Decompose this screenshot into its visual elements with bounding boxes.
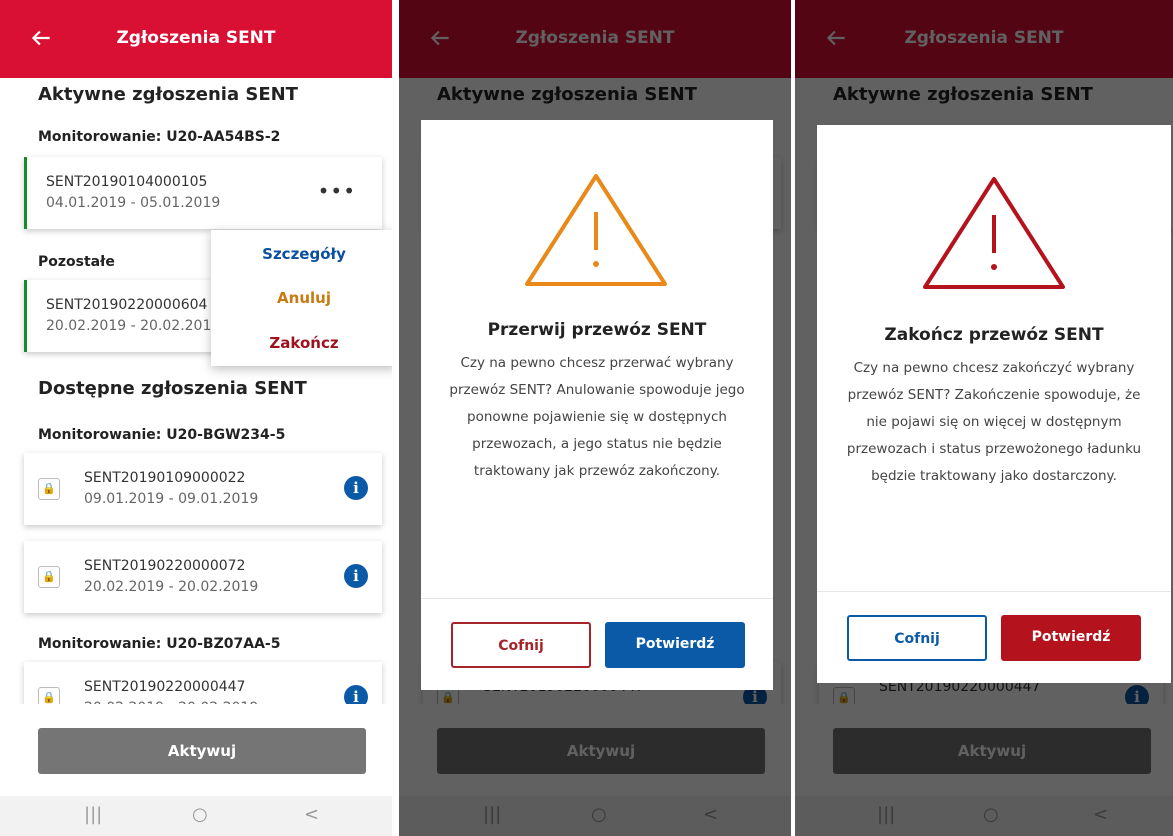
screen-list: Zgłoszenia SENT Aktywne zgłoszenia SENT … [0,0,392,836]
lock-icon: 🔒 [38,478,60,500]
monitoring-label-active: Monitorowanie: U20-AA54BS-2 [38,129,281,145]
menu-item-cancel[interactable]: Anuluj [211,289,392,307]
info-icon[interactable]: i [344,476,368,500]
confirm-button[interactable]: Potwierdź [605,622,745,668]
card-id: SENT20190104000105 [46,174,208,190]
card-id: SENT20190109000022 [84,470,246,486]
nav-back-icon[interactable]: < [304,804,319,825]
active-section-title: Aktywne zgłoszenia SENT [38,84,298,105]
monitoring-label-group1: Monitorowanie: U20-BGW234-5 [38,427,286,443]
card-date: 09.01.2019 - 09.01.2019 [84,491,259,507]
available-card[interactable]: 🔒 SENT20190109000022 09.01.2019 - 09.01.… [24,453,382,525]
monitoring-label-group2: Monitorowanie: U20-BZ07AA-5 [38,636,281,652]
activate-button[interactable]: Aktywuj [38,728,366,774]
card-id: SENT20190220000604 [46,297,208,313]
card-id: SENT20190220000447 [84,679,246,695]
warning-triangle-icon [525,174,667,286]
page-title: Zgłoszenia SENT [116,28,276,48]
card-date: 04.01.2019 - 05.01.2019 [46,195,221,211]
menu-item-finish[interactable]: Zakończ [211,334,392,352]
card-date: 20.02.2019 - 20.02.2019 [46,318,221,334]
available-card[interactable]: 🔒 SENT20190220000072 20.02.2019 - 20.02.… [24,541,382,613]
system-nav-bar: ||| ○ < [0,796,392,836]
confirm-button[interactable]: Potwierdź [1001,615,1141,661]
interrupt-dialog: Przerwij przewóz SENT Czy na pewno chces… [421,120,773,690]
dialog-body: Czy na pewno chcesz przerwać wybrany prz… [449,355,745,479]
card-id: SENT20190220000072 [84,558,246,574]
bottom-bar: Aktywuj [0,704,392,796]
warning-triangle-icon [923,177,1065,289]
finish-dialog: Zakończ przewóz SENT Czy na pewno chcesz… [817,125,1171,683]
available-section-title: Dostępne zgłoszenia SENT [38,378,307,399]
recent-apps-icon[interactable]: ||| [84,804,102,825]
app-bar: Zgłoszenia SENT [0,0,392,78]
menu-item-details[interactable]: Szczegóły [211,245,392,263]
home-icon[interactable]: ○ [192,804,208,825]
screen-finish-dialog: Zgłoszenia SENT Aktywne zgłoszenia SENT … [795,0,1173,836]
dialog-title: Zakończ przewóz SENT [884,325,1104,345]
others-label: Pozostałe [38,254,115,270]
back-button[interactable]: Cofnij [451,622,591,668]
active-card[interactable]: SENT20190104000105 04.01.2019 - 05.01.20… [24,157,382,229]
info-icon[interactable]: i [344,564,368,588]
lock-icon: 🔒 [38,566,60,588]
dialog-divider [817,591,1171,592]
back-button[interactable]: Cofnij [847,615,987,661]
dialog-title: Przerwij przewóz SENT [487,320,707,340]
more-dots-icon[interactable]: ••• [318,179,356,203]
dialog-divider [421,598,773,599]
screen-interrupt-dialog: Zgłoszenia SENT Aktywne zgłoszenia SENT … [399,0,791,836]
context-menu: Szczegóły Anuluj Zakończ [211,230,392,366]
card-date: 20.02.2019 - 20.02.2019 [84,579,259,595]
dialog-body: Czy na pewno chcesz zakończyć wybrany pr… [846,360,1142,484]
